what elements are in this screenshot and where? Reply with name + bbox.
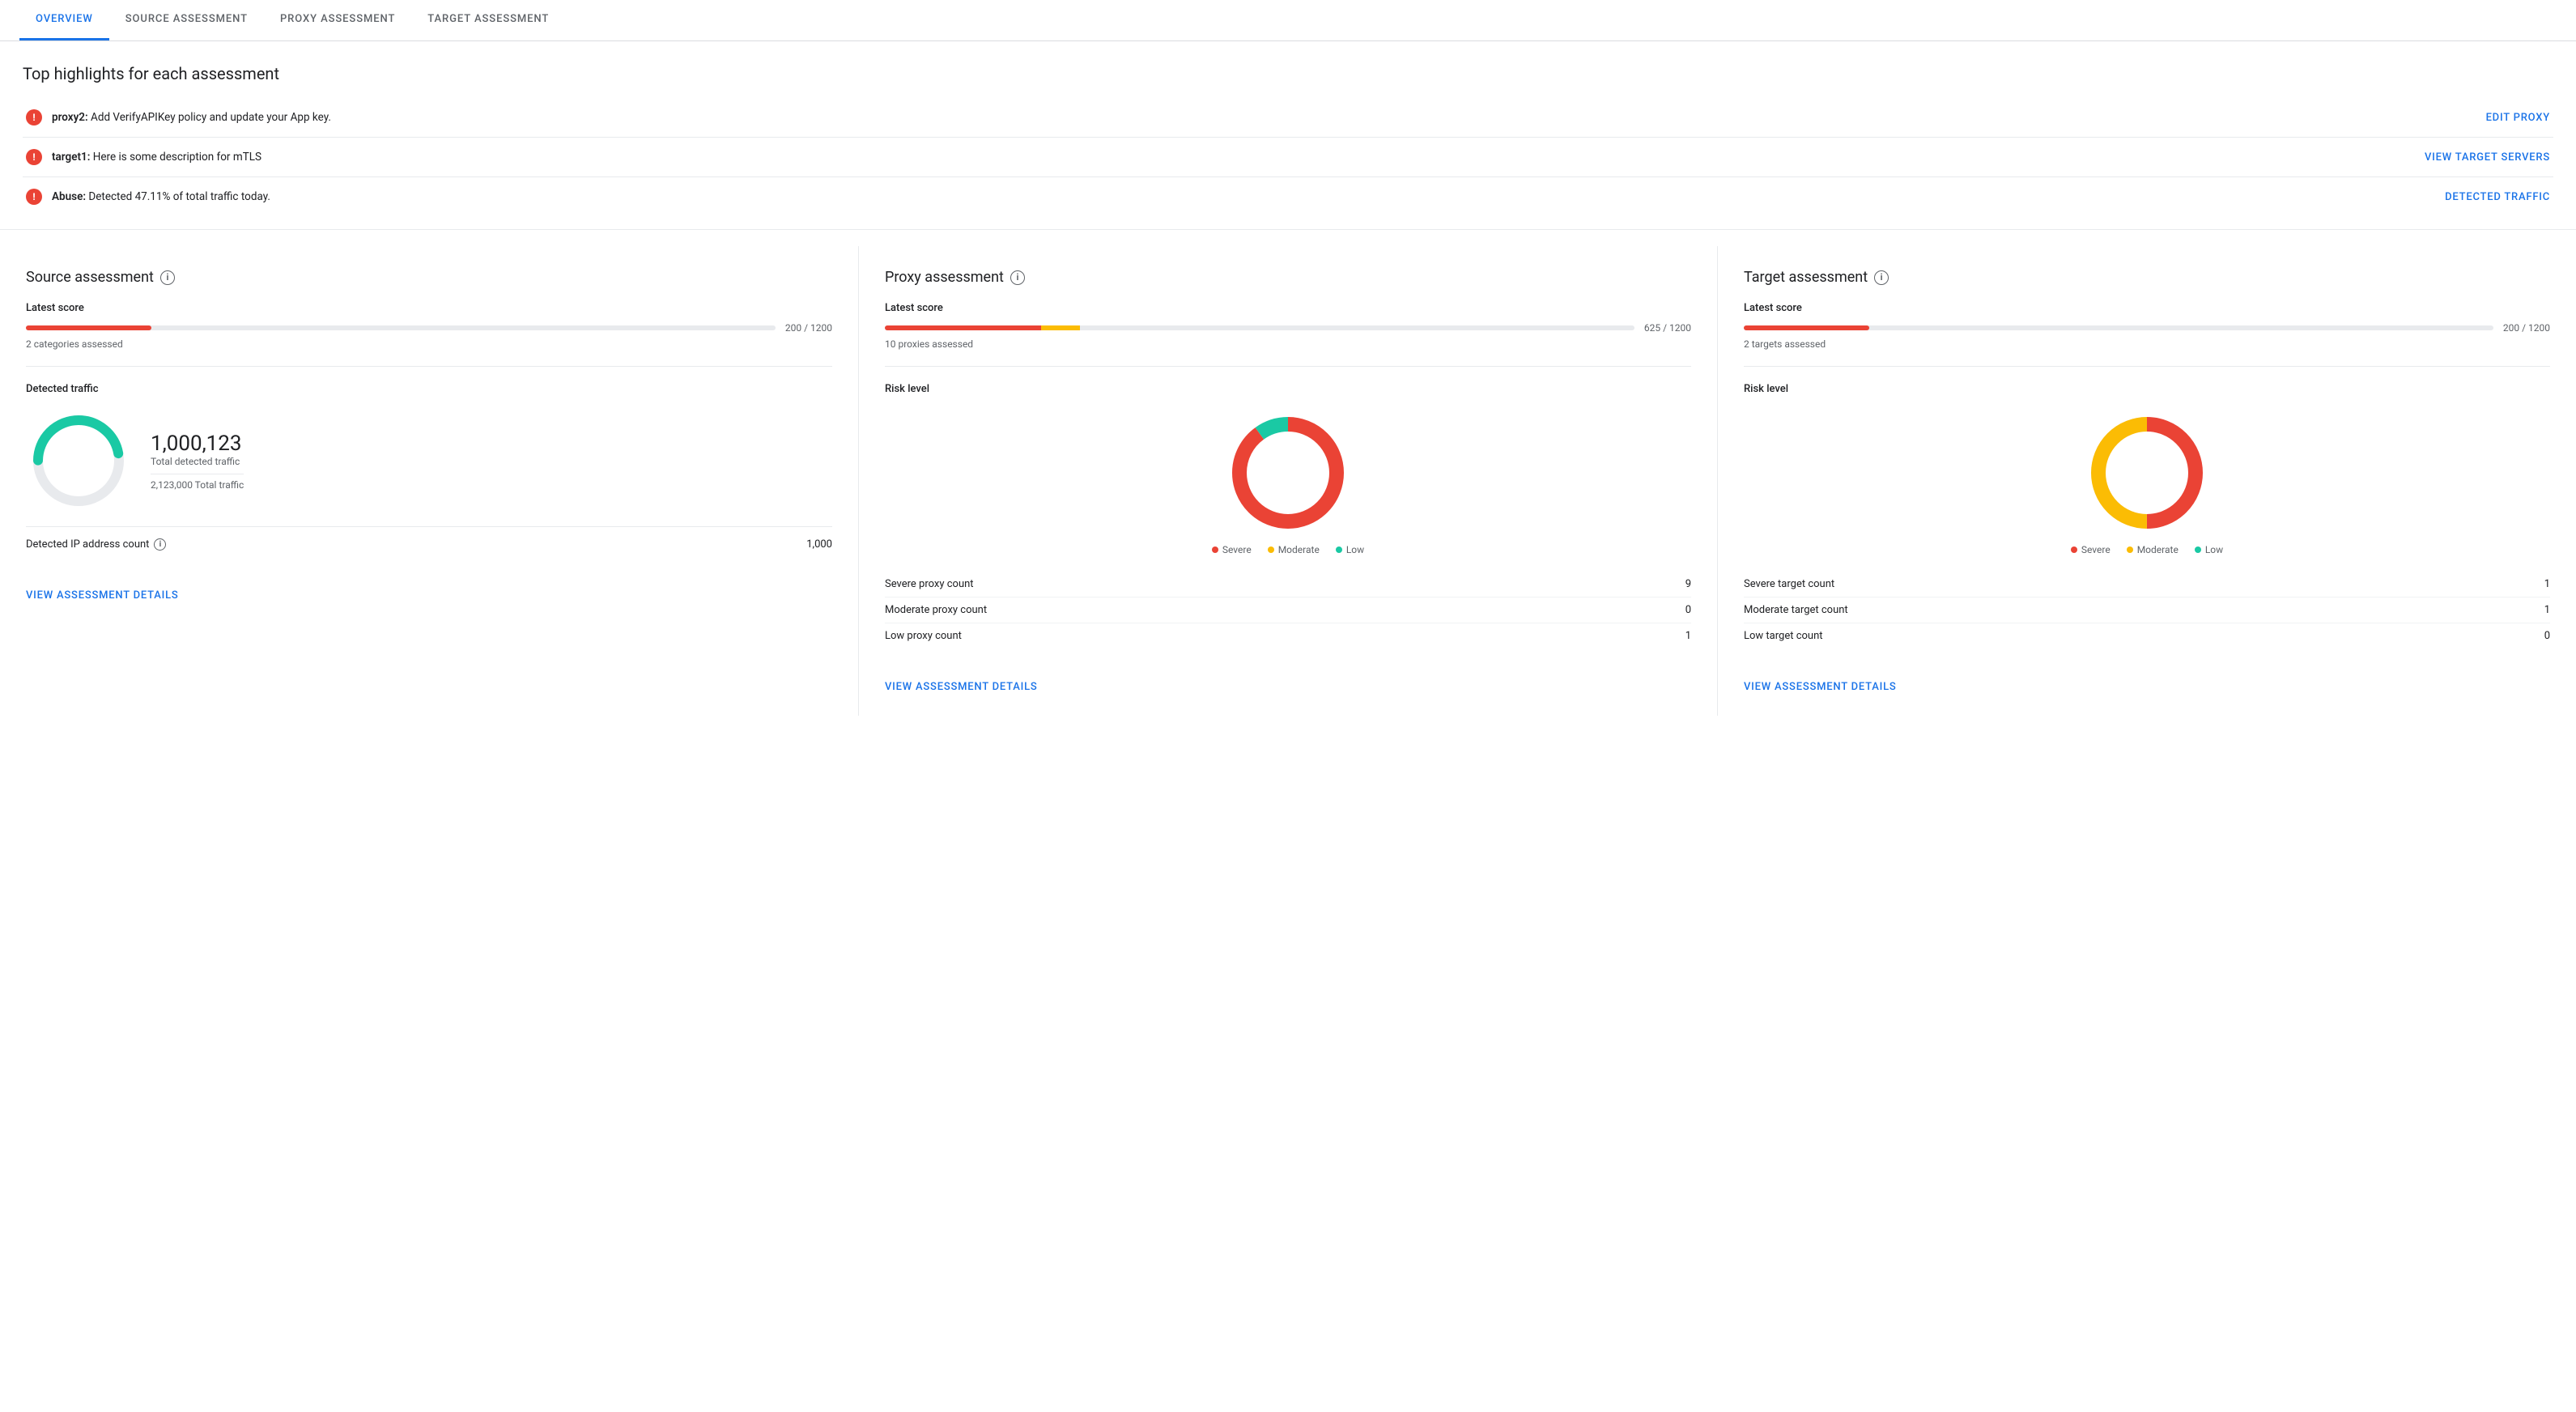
- proxy-score-sub: 10 proxies assessed: [885, 338, 1691, 350]
- highlights-section: Top highlights for each assessment ! pro…: [0, 41, 2576, 229]
- proxy-view-details[interactable]: VIEW ASSESSMENT DETAILS: [885, 681, 1038, 693]
- proxy-severe-row: Severe proxy count 9: [885, 572, 1691, 598]
- highlight-row-abuse: ! Abuse: Detected 47.11% of total traffi…: [23, 177, 2553, 216]
- source-traffic-stats: 1,000,123 Total detected traffic 2,123,0…: [151, 432, 244, 491]
- target-card-title: Target assessment i: [1744, 269, 2550, 286]
- target-score-fill: [1744, 325, 1869, 330]
- source-assessment-card: Source assessment i Latest score 200 / 1…: [0, 246, 859, 716]
- source-card-title: Source assessment i: [26, 269, 832, 286]
- proxy-info-icon[interactable]: i: [1010, 270, 1025, 285]
- error-icon-target: !: [26, 149, 42, 165]
- highlight-row-proxy: ! proxy2: Add VerifyAPIKey policy and up…: [23, 98, 2553, 138]
- highlight-text-proxy: proxy2: Add VerifyAPIKey policy and upda…: [52, 111, 331, 124]
- target-low-row: Low target count 0: [1744, 623, 2550, 649]
- source-score-value: 200 / 1200: [785, 322, 832, 334]
- detected-traffic-link[interactable]: DETECTED TRAFFIC: [2445, 191, 2550, 203]
- proxy-legend-severe: Severe: [1212, 544, 1252, 555]
- target-risk-stats: Severe target count 1 Moderate target co…: [1744, 572, 2550, 649]
- proxy-moderate-dot: [1268, 547, 1274, 553]
- highlight-row-target: ! target1: Here is some description for …: [23, 138, 2553, 177]
- source-traffic-number: 1,000,123: [151, 432, 244, 456]
- tabs-bar: OVERVIEW SOURCE ASSESSMENT PROXY ASSESSM…: [0, 0, 2576, 41]
- target-info-icon[interactable]: i: [1874, 270, 1889, 285]
- target-legend-severe: Severe: [2071, 544, 2111, 555]
- target-view-details[interactable]: VIEW ASSESSMENT DETAILS: [1744, 681, 1897, 693]
- proxy-legend-moderate: Moderate: [1268, 544, 1320, 555]
- proxy-score-bar: 625 / 1200: [885, 322, 1691, 334]
- target-score-bar: 200 / 1200: [1744, 322, 2550, 334]
- highlight-left-abuse: ! Abuse: Detected 47.11% of total traffi…: [26, 189, 270, 205]
- target-donut-container: [1744, 408, 2550, 538]
- proxy-risk-label: Risk level: [885, 383, 1691, 395]
- highlight-left-proxy: ! proxy2: Add VerifyAPIKey policy and up…: [26, 109, 331, 125]
- proxy-score-fill: [885, 325, 1275, 330]
- target-legend-moderate: Moderate: [2127, 544, 2179, 555]
- source-score-track: [26, 325, 776, 330]
- source-donut: [26, 408, 131, 513]
- target-low-dot: [2195, 547, 2201, 553]
- target-score-sub: 2 targets assessed: [1744, 338, 2550, 350]
- target-moderate-dot: [2127, 547, 2133, 553]
- target-score-track: [1744, 325, 2493, 330]
- source-score-label: Latest score: [26, 302, 832, 314]
- tab-proxy-assessment[interactable]: PROXY ASSESSMENT: [264, 0, 411, 40]
- target-legend: Severe Moderate Low: [1744, 544, 2550, 555]
- source-score-sub: 2 categories assessed: [26, 338, 832, 350]
- proxy-low-dot: [1336, 547, 1342, 553]
- error-icon-proxy: !: [26, 109, 42, 125]
- highlights-title: Top highlights for each assessment: [23, 64, 2553, 83]
- target-legend-low: Low: [2195, 544, 2223, 555]
- proxy-score-value: 625 / 1200: [1644, 322, 1691, 334]
- assessment-cards: Source assessment i Latest score 200 / 1…: [0, 229, 2576, 716]
- source-ip-value: 1,000: [806, 538, 832, 551]
- source-divider: [26, 366, 832, 367]
- proxy-risk-stats: Severe proxy count 9 Moderate proxy coun…: [885, 572, 1691, 649]
- source-score-bar: 200 / 1200: [26, 322, 832, 334]
- target-score-value: 200 / 1200: [2503, 322, 2550, 334]
- target-moderate-row: Moderate target count 1: [1744, 598, 2550, 623]
- source-traffic-content: 1,000,123 Total detected traffic 2,123,0…: [26, 408, 832, 513]
- proxy-severe-dot: [1212, 547, 1218, 553]
- highlight-left-target: ! target1: Here is some description for …: [26, 149, 261, 165]
- source-ip-label: Detected IP address count i: [26, 538, 166, 551]
- target-risk-label: Risk level: [1744, 383, 2550, 395]
- view-target-servers-link[interactable]: VIEW TARGET SERVERS: [2425, 151, 2550, 164]
- source-info-icon[interactable]: i: [160, 270, 175, 285]
- proxy-assessment-card: Proxy assessment i Latest score 625 / 12…: [859, 246, 1718, 716]
- target-severe-dot: [2071, 547, 2077, 553]
- source-traffic-label: Detected traffic: [26, 383, 832, 395]
- proxy-low-row: Low proxy count 1: [885, 623, 1691, 649]
- proxy-legend: Severe Moderate Low: [885, 544, 1691, 555]
- target-divider: [1744, 366, 2550, 367]
- proxy-score-track: [885, 325, 1634, 330]
- tab-overview[interactable]: OVERVIEW: [19, 0, 109, 40]
- highlight-text-target: target1: Here is some description for mT…: [52, 151, 261, 164]
- highlight-text-abuse: Abuse: Detected 47.11% of total traffic …: [52, 190, 270, 203]
- proxy-score-label: Latest score: [885, 302, 1691, 314]
- source-traffic-desc: Total detected traffic: [151, 456, 244, 467]
- target-severe-row: Severe target count 1: [1744, 572, 2550, 598]
- tab-target-assessment[interactable]: TARGET ASSESSMENT: [411, 0, 565, 40]
- proxy-divider: [885, 366, 1691, 367]
- proxy-donut-container: [885, 408, 1691, 538]
- tab-source-assessment[interactable]: SOURCE ASSESSMENT: [109, 0, 264, 40]
- ip-info-icon[interactable]: i: [154, 538, 166, 551]
- source-ip-count-row: Detected IP address count i 1,000: [26, 526, 832, 551]
- target-assessment-card: Target assessment i Latest score 200 / 1…: [1718, 246, 2576, 716]
- source-score-fill: [26, 325, 151, 330]
- edit-proxy-link[interactable]: EDIT PROXY: [2486, 112, 2550, 124]
- proxy-moderate-row: Moderate proxy count 0: [885, 598, 1691, 623]
- proxy-legend-low: Low: [1336, 544, 1364, 555]
- target-score-label: Latest score: [1744, 302, 2550, 314]
- source-total-traffic: 2,123,000 Total traffic: [151, 479, 244, 491]
- proxy-card-title: Proxy assessment i: [885, 269, 1691, 286]
- error-icon-abuse: !: [26, 189, 42, 205]
- source-view-details[interactable]: VIEW ASSESSMENT DETAILS: [26, 589, 179, 602]
